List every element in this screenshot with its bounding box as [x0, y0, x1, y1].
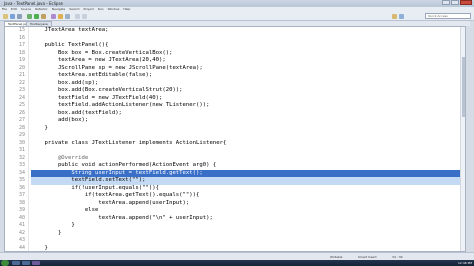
code-line-current: 35 textField.setText(""); — [19, 177, 465, 185]
code-area[interactable]: 15 JTextArea textArea; 16 17 public Text… — [18, 27, 465, 251]
taskbar-app-explorer[interactable] — [12, 261, 20, 265]
code-line: 25 textField.addActionListener(new TList… — [18, 102, 210, 108]
start-button[interactable] — [1, 260, 9, 266]
code-line: 17 public TextPanel(){ — [18, 42, 109, 48]
code-line: 37 if(textArea.getText().equals("")){ — [18, 192, 200, 198]
code-line: 41 } — [18, 222, 75, 228]
maximize-button[interactable] — [451, 0, 459, 5]
quick-access-input[interactable]: Quick Access — [425, 13, 471, 19]
minimize-button[interactable] — [442, 0, 450, 5]
search-icon[interactable] — [65, 14, 70, 19]
save-icon[interactable] — [10, 14, 15, 19]
code-line: 36 if(!userInput.equals("")){ — [18, 184, 159, 191]
taskbar: 12:46 PM — [0, 260, 474, 266]
code-line: 33 public void actionPerformed(ActionEve… — [18, 162, 217, 168]
code-line: 42 } — [18, 229, 62, 236]
code-editor[interactable]: 15 JTextArea textArea; 16 17 public Text… — [4, 26, 466, 252]
code-line: 44 } — [18, 244, 48, 251]
code-line: 31 — [18, 147, 25, 153]
window-controls — [442, 0, 472, 6]
code-line: 21 textArea.setEditable(false); — [18, 72, 153, 78]
code-line: 23 box.add(Box.createVerticalStrut(20)); — [18, 87, 183, 93]
code-line: 39 else — [18, 207, 99, 213]
code-line: 27 add(box); — [18, 117, 89, 123]
vertical-scrollbar[interactable] — [460, 27, 465, 251]
forward-icon[interactable] — [82, 14, 87, 19]
window-title: Java - TextPanel.java - Eclipse — [4, 1, 63, 6]
taskbar-app-eclipse[interactable] — [32, 261, 40, 265]
java-perspective-icon[interactable] — [399, 14, 404, 19]
code-line: 16 — [18, 34, 25, 41]
code-line: 20 JScrollPane sp = new JScrollPane(text… — [18, 64, 203, 71]
code-line: 43 — [18, 237, 25, 243]
status-insert-mode: Smart Insert — [358, 255, 377, 259]
back-icon[interactable] — [75, 14, 80, 19]
status-bar: Writable Smart Insert 34 : 39 — [0, 252, 474, 260]
status-cursor-position: 34 : 39 — [392, 255, 403, 259]
code-line: 15 JTextArea textArea; — [18, 27, 109, 33]
code-line: 24 textField = new JTextField(40); — [18, 94, 163, 101]
run-icon[interactable] — [34, 14, 39, 19]
code-line: 22 box.add(sp); — [18, 79, 99, 86]
debug-icon[interactable] — [27, 14, 32, 19]
open-type-icon[interactable] — [58, 14, 63, 19]
code-line: 19 textArea = new JTextArea(20,40); — [18, 57, 166, 63]
code-line-selected: 34 String userInput = textField.getText(… — [19, 169, 465, 177]
code-line: 26 box.add(textField); — [18, 109, 122, 116]
taskbar-app-browser[interactable] — [22, 261, 30, 265]
print-icon[interactable] — [17, 14, 22, 19]
new-class-icon[interactable] — [51, 14, 56, 19]
code-line: 18 Box box = Box.createVerticalBox(); — [18, 49, 173, 56]
code-line: 32 @Override — [18, 154, 89, 161]
code-line: 40 textArea.append("\n" + userInput); — [18, 214, 213, 221]
code-line: 30 private class JTextListener implement… — [18, 139, 227, 146]
external-tools-icon[interactable] — [41, 14, 46, 19]
new-icon[interactable] — [3, 14, 8, 19]
toolbar — [0, 12, 474, 21]
status-writable: Writable — [330, 255, 343, 259]
scrollbar-thumb[interactable] — [462, 57, 465, 117]
code-line: 29 — [18, 132, 25, 138]
java-ee-perspective-icon[interactable] — [392, 14, 397, 19]
close-button[interactable] — [460, 0, 472, 5]
code-line: 28 } — [18, 124, 48, 131]
title-bar: Java - TextPanel.java - Eclipse — [0, 0, 474, 7]
taskbar-clock: 12:46 PM — [458, 261, 472, 265]
code-line: 38 textArea.append(userInput); — [18, 199, 190, 206]
